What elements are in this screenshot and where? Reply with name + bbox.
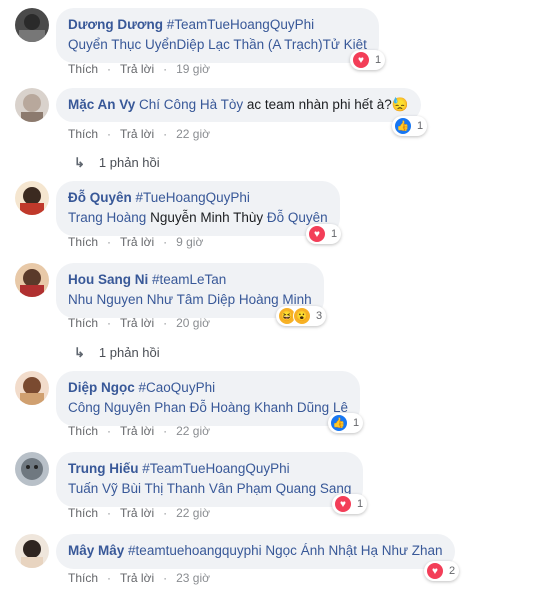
comment-meta: Thích · Trả lời · 23 giờ — [68, 571, 219, 585]
comment-bubble: Dương Dương #TeamTueHoangQuyPhi Quyển Th… — [56, 8, 379, 63]
timestamp[interactable]: 9 giờ — [176, 235, 203, 249]
separator: · — [107, 424, 112, 438]
comment-meta: Thích · Trả lời · 22 giờ — [68, 127, 219, 141]
comment-text: Nguyễn Minh Thùy — [150, 210, 264, 225]
separator: · — [107, 235, 112, 249]
reply-link[interactable]: Trả lời — [120, 571, 154, 585]
separator: · — [163, 62, 168, 76]
heart-icon: ♥ — [426, 562, 444, 580]
reaction-summary[interactable]: 👍 1 — [392, 116, 428, 136]
reaction-summary[interactable]: 👍 1 — [328, 413, 364, 433]
separator: · — [163, 571, 168, 585]
reply-link[interactable]: Trả lời — [120, 424, 154, 438]
comment-meta: Thích · Trả lời · 20 giờ — [68, 316, 219, 330]
separator: · — [107, 316, 112, 330]
avatar[interactable] — [15, 371, 49, 405]
comment-author[interactable]: Hou Sang Ni — [68, 272, 148, 287]
reply-link[interactable]: Trả lời — [120, 62, 154, 76]
hashtag-link[interactable]: #CaoQuyPhi — [139, 380, 216, 395]
mention-link[interactable]: Đỗ Quyên — [267, 210, 328, 225]
comment-bubble: Mây Mây #teamtuehoangquyphi Ngọc Ánh Nhậ… — [56, 534, 455, 569]
like-icon: 👍 — [330, 414, 348, 432]
timestamp[interactable]: 20 giờ — [176, 316, 210, 330]
avatar[interactable] — [15, 8, 49, 42]
reply-link[interactable]: Trả lời — [120, 127, 154, 141]
comment-author[interactable]: Mặc An Vy — [68, 97, 135, 112]
hashtag-link[interactable]: #TueHoangQuyPhi — [136, 190, 250, 205]
view-replies-link[interactable]: ↳ 1 phản hồi — [74, 155, 160, 171]
comment-text[interactable]: Nhu Nguyen Như Tâm Diệp Hoàng Minh — [68, 290, 312, 310]
wow-icon: 😮 — [293, 307, 311, 325]
reaction-summary[interactable]: ♥ 1 — [332, 494, 368, 514]
comment-meta: Thích · Trả lời · 9 giờ — [68, 235, 212, 249]
comment-meta: Thích · Trả lời · 22 giờ — [68, 506, 219, 520]
like-link[interactable]: Thích — [68, 316, 98, 330]
reaction-summary[interactable]: ♥ 1 — [306, 224, 342, 244]
like-link[interactable]: Thích — [68, 127, 98, 141]
timestamp[interactable]: 22 giờ — [176, 127, 210, 141]
comment-bubble: Đỗ Quyên #TueHoangQuyPhi Trang Hoàng Ngu… — [56, 181, 340, 236]
reaction-summary[interactable]: ♥ 2 — [424, 561, 460, 581]
reaction-summary[interactable]: 😆 😮 3 — [276, 306, 327, 326]
timestamp[interactable]: 22 giờ — [176, 506, 210, 520]
like-link[interactable]: Thích — [68, 506, 98, 520]
heart-icon: ♥ — [352, 51, 370, 69]
comment-text[interactable]: Ngọc Ánh Nhật Hạ Như Zhan — [265, 543, 442, 558]
timestamp[interactable]: 22 giờ — [176, 424, 210, 438]
reply-link[interactable]: Trả lời — [120, 506, 154, 520]
view-replies-link[interactable]: ↳ 1 phản hồi — [74, 345, 160, 361]
separator: · — [163, 235, 168, 249]
heart-icon: ♥ — [308, 225, 326, 243]
separator: · — [107, 506, 112, 520]
hashtag-link[interactable]: #teamtuehoangquyphi — [128, 543, 262, 558]
separator: · — [163, 127, 168, 141]
comment-bubble: Trung Hiếu #TeamTueHoangQuyPhi Tuấn Vỹ B… — [56, 452, 364, 507]
comment-text: ac team nhàn phi hết à?😓 — [246, 97, 409, 112]
separator: · — [163, 316, 168, 330]
separator: · — [107, 62, 112, 76]
comment-author[interactable]: Dương Dương — [68, 17, 163, 32]
reaction-summary[interactable]: ♥ 1 — [350, 50, 386, 70]
like-link[interactable]: Thích — [68, 235, 98, 249]
timestamp[interactable]: 19 giờ — [176, 62, 210, 76]
like-link[interactable]: Thích — [68, 62, 98, 76]
like-link[interactable]: Thích — [68, 424, 98, 438]
separator: · — [107, 571, 112, 585]
avatar[interactable] — [15, 263, 49, 297]
timestamp[interactable]: 23 giờ — [176, 571, 210, 585]
avatar[interactable] — [15, 534, 49, 568]
mention-link[interactable]: Trang Hoàng — [68, 210, 146, 225]
mention-link[interactable]: Chí Công Hà Tòy — [139, 97, 243, 112]
separator: · — [163, 424, 168, 438]
like-icon: 👍 — [394, 117, 412, 135]
comment-text[interactable]: Quyển Thục UyểnDiệp Lạc Thần (A Trạch)Tử… — [68, 35, 367, 55]
heart-icon: ♥ — [334, 495, 352, 513]
comment-text[interactable]: Công Nguyên Phan Đỗ Hoàng Khanh Dũng Lê — [68, 398, 348, 418]
avatar[interactable] — [15, 181, 49, 215]
comment-bubble: Diệp Ngọc #CaoQuyPhi Công Nguyên Phan Đỗ… — [56, 371, 360, 426]
hashtag-link[interactable]: #TeamTueHoangQuyPhi — [167, 17, 314, 32]
hashtag-link[interactable]: #TeamTueHoangQuyPhi — [142, 461, 289, 476]
comment-text[interactable]: Tuấn Vỹ Bùi Thị Thanh Vân Phạm Quang San… — [68, 479, 351, 499]
comment-author[interactable]: Mây Mây — [68, 543, 124, 558]
separator: · — [107, 127, 112, 141]
like-link[interactable]: Thích — [68, 571, 98, 585]
hashtag-link[interactable]: #teamLeTan — [152, 272, 226, 287]
comment-bubble: Mặc An Vy Chí Công Hà Tòy ac team nhàn p… — [56, 88, 421, 122]
comment-author[interactable]: Đỗ Quyên — [68, 190, 132, 205]
separator: · — [163, 506, 168, 520]
avatar[interactable] — [15, 88, 49, 122]
comment-meta: Thích · Trả lời · 19 giờ — [68, 62, 219, 76]
comment-author[interactable]: Trung Hiếu — [68, 461, 139, 476]
reply-link[interactable]: Trả lời — [120, 316, 154, 330]
comment-author[interactable]: Diệp Ngọc — [68, 380, 135, 395]
comment-meta: Thích · Trả lời · 22 giờ — [68, 424, 219, 438]
reply-arrow-icon: ↳ — [74, 155, 85, 170]
reply-arrow-icon: ↳ — [74, 345, 85, 360]
reply-link[interactable]: Trả lời — [120, 235, 154, 249]
avatar[interactable] — [15, 452, 49, 486]
